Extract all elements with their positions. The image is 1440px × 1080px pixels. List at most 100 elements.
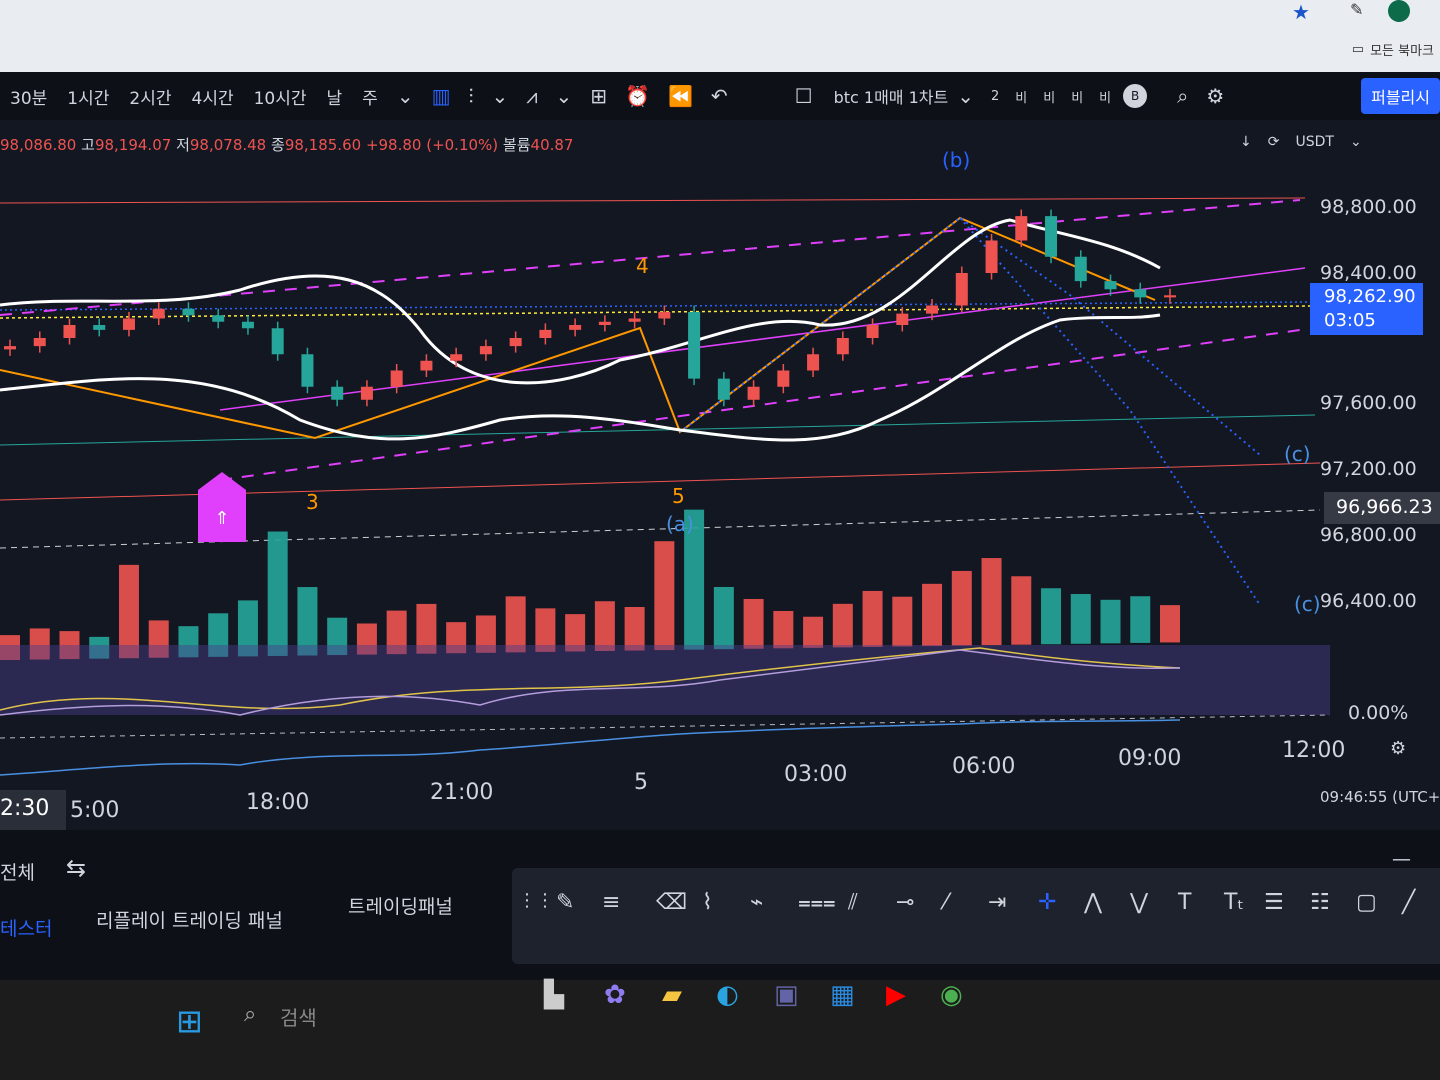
ruler-icon[interactable]: ☰ — [1264, 890, 1284, 915]
candle[interactable] — [331, 386, 344, 400]
candle[interactable] — [1134, 289, 1147, 298]
candle[interactable] — [658, 312, 671, 319]
wave-icon[interactable]: ⌁ — [750, 890, 763, 915]
chevron-down-icon[interactable]: ⌄ — [491, 84, 508, 108]
candle[interactable] — [33, 338, 46, 347]
candle[interactable] — [450, 354, 463, 361]
avatar[interactable]: B — [1123, 84, 1148, 108]
search-icon[interactable]: ⌕ — [244, 1002, 256, 1027]
currency-select[interactable]: USDT — [1295, 134, 1333, 150]
grid-icon[interactable]: ☷ — [1310, 890, 1330, 915]
layout-name[interactable]: btc 1매매 1차트 — [834, 84, 949, 108]
candle[interactable] — [1074, 256, 1087, 282]
timeframe-week[interactable]: 주 — [362, 84, 378, 109]
candle[interactable] — [539, 329, 552, 338]
search-icon[interactable]: ⌕ — [1177, 84, 1188, 108]
layout-extra-5[interactable]: 비 — [1099, 87, 1111, 106]
price-axis[interactable]: 98,800.00 98,400.00 97,600.00 97,200.00 … — [1306, 180, 1440, 650]
layout-extra-1[interactable]: 2 — [991, 89, 999, 104]
channel-icon[interactable]: ⫽ — [848, 890, 858, 915]
resistance-line[interactable] — [0, 197, 1306, 204]
candle[interactable] — [1045, 216, 1058, 257]
candle[interactable] — [360, 386, 373, 400]
candle[interactable] — [1015, 216, 1028, 241]
templates-icon[interactable]: ⊞ — [590, 84, 607, 108]
chevron-down-icon[interactable]: ⌄ — [397, 84, 414, 108]
candle[interactable] — [628, 318, 641, 322]
path-icon[interactable]: ⌇ — [702, 890, 713, 915]
volume-group[interactable] — [0, 509, 1180, 660]
channel-lower-dashed[interactable] — [219, 329, 1301, 481]
candle[interactable] — [955, 273, 968, 306]
edge-icon[interactable]: ◐ — [716, 980, 739, 1010]
taskbar-search[interactable]: 검색 — [280, 1002, 317, 1031]
text-icon[interactable]: T — [1178, 890, 1191, 915]
candle[interactable] — [93, 325, 106, 330]
candle[interactable] — [4, 346, 16, 350]
projection-dotted-1[interactable] — [679, 216, 1261, 456]
timeframe-2h[interactable]: 2시간 — [129, 84, 171, 109]
candle[interactable] — [836, 338, 849, 355]
explorer-icon[interactable]: ▰ — [662, 980, 682, 1010]
gear-icon[interactable]: ⚙ — [1390, 738, 1406, 759]
bookmarks-bar[interactable]: ▭ 모든 북마크 — [1352, 40, 1434, 59]
candle[interactable] — [212, 315, 225, 322]
timeframe-10h[interactable]: 10시간 — [254, 84, 307, 109]
candle[interactable] — [271, 328, 284, 355]
bottom-all-label[interactable]: 전체 — [0, 858, 35, 885]
alert-icon[interactable]: ⏰ — [625, 84, 650, 108]
date-range-icon[interactable]: ⇥ — [988, 890, 1006, 915]
layout-extra-2[interactable]: 비 — [1015, 87, 1027, 106]
minimize-icon[interactable]: — — [1392, 848, 1411, 870]
chart-canvas[interactable]: ⇑ — [0, 120, 1440, 830]
layout-extra-4[interactable]: 비 — [1071, 87, 1083, 106]
profile-icon[interactable] — [1388, 0, 1410, 22]
candle[interactable] — [390, 370, 403, 387]
timeframe-1h[interactable]: 1시간 — [67, 84, 109, 109]
publish-button[interactable]: 퍼블리시 — [1361, 78, 1440, 114]
bookmark-star-icon[interactable]: ★ — [1292, 0, 1310, 24]
wxy-wave-icon[interactable]: ⋁ — [1130, 890, 1148, 915]
candle[interactable] — [1164, 295, 1176, 298]
task-view-icon[interactable]: ▙ — [544, 980, 564, 1010]
clock[interactable]: 09:46:55 (UTC+9) — [1320, 788, 1440, 806]
trendline-icon[interactable]: ⁄ — [944, 890, 948, 915]
teams-icon[interactable]: ▣ — [774, 980, 799, 1010]
up-arrow-marker[interactable] — [198, 472, 246, 542]
arrow-down-icon[interactable]: ↓ — [1240, 134, 1252, 150]
fib-icon[interactable]: ⩶ — [798, 890, 836, 915]
candle[interactable] — [717, 378, 730, 400]
brush-icon[interactable]: ✎ — [556, 890, 574, 915]
chevron-down-icon[interactable]: ⌄ — [957, 84, 974, 108]
candles-icon[interactable]: ▥ — [432, 84, 451, 108]
drag-handle-icon[interactable]: ⋮⋮ — [518, 890, 554, 911]
settings-icon[interactable]: ⚙ — [1206, 84, 1224, 108]
indicators-icon[interactable]: ⩘ — [526, 84, 537, 108]
candle[interactable] — [122, 318, 135, 330]
undo-icon[interactable]: ↶ — [711, 84, 728, 108]
timeframe-day[interactable]: 날 — [327, 84, 343, 109]
chrome-icon[interactable]: ◉ — [940, 980, 963, 1010]
candle[interactable] — [747, 386, 760, 400]
bars-icon[interactable]: ⫶ — [468, 84, 473, 108]
candle[interactable] — [777, 370, 790, 387]
candle[interactable] — [866, 325, 879, 338]
candle[interactable] — [241, 321, 254, 329]
candle[interactable] — [569, 325, 582, 330]
abc-wave-icon[interactable]: ⋀ — [1084, 890, 1102, 915]
store-icon[interactable]: ▦ — [830, 980, 855, 1010]
eraser-icon[interactable]: ⌫ — [656, 890, 687, 915]
line-tool-icon[interactable]: ╱ — [1402, 890, 1415, 915]
copilot-icon[interactable]: ✿ — [604, 980, 626, 1010]
tab-strategy-tester[interactable]: 테스터 — [0, 914, 52, 941]
candle[interactable] — [479, 346, 492, 355]
text-sub-icon[interactable]: Tₜ — [1224, 890, 1244, 915]
youtube-icon[interactable]: ▶ — [886, 980, 906, 1010]
layout-square-icon[interactable]: ☐ — [795, 84, 813, 108]
chevron-down-icon[interactable]: ⌄ — [556, 84, 573, 108]
horizontal-ray-icon[interactable]: ⊸ — [896, 890, 914, 915]
candle[interactable] — [688, 312, 701, 379]
tab-trading-panel[interactable]: 트레이딩패널 — [348, 892, 453, 919]
tab-replay-trading[interactable]: 리플레이 트레이딩 패널 — [96, 906, 283, 933]
candle[interactable] — [63, 325, 76, 338]
